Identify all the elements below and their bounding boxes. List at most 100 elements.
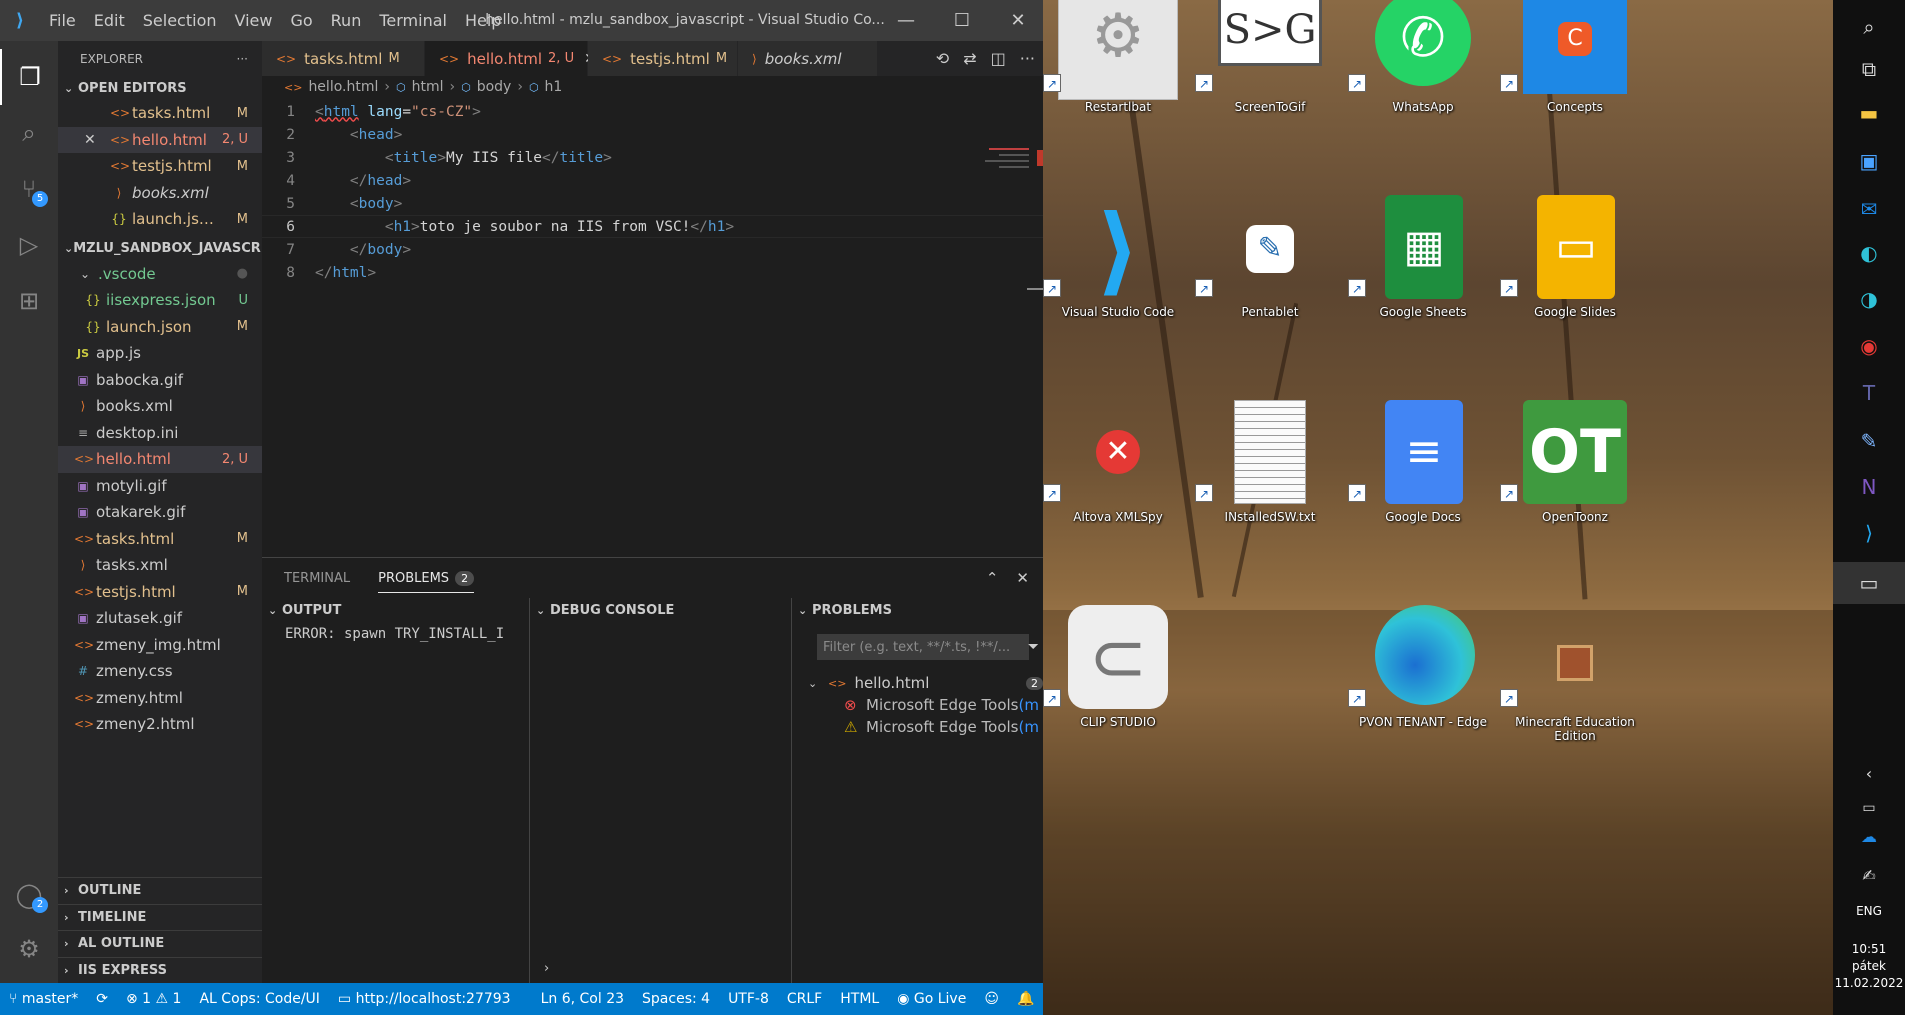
file-item[interactable]: JS app.js [58, 340, 262, 367]
pen-icon[interactable]: ✍ [1833, 854, 1905, 896]
task-view-icon[interactable]: ⧉ [1833, 48, 1905, 90]
tab-hello-html[interactable]: <>hello.html2, U✕ [425, 41, 596, 76]
problems-filter-input[interactable]: Filter (e.g. text, **/*.ts, !**/... ⏷ [817, 634, 1039, 660]
menu-go[interactable]: Go [281, 11, 321, 30]
language-indicator[interactable]: ENG [1833, 904, 1905, 918]
clock-date[interactable]: 11.02.2022 [1833, 976, 1905, 990]
desktop-icon-screentogif[interactable]: S>G ↗ ScreenToGif [1195, 0, 1345, 195]
onedrive-icon[interactable]: ☁ [1833, 815, 1905, 857]
vscode-logo-icon[interactable]: ⟩ [0, 0, 40, 41]
minimap[interactable] [973, 98, 1043, 518]
desktop-icon-minecraft-education[interactable]: ↗ Minecraft Education Edition [1500, 605, 1650, 810]
file-item[interactable]: {} launch.json M [58, 314, 262, 341]
file-item[interactable]: <> zmeny_img.html [58, 632, 262, 659]
folder-item[interactable]: ⌄ .vscode ● [58, 261, 262, 288]
desktop-icon-restartlbat[interactable]: ⚙ ↗ Restartlbat [1043, 0, 1193, 195]
file-item[interactable]: ≡ desktop.ini [58, 420, 262, 447]
desktop-icon-installedsw-txt[interactable]: ↗ INstalledSW.txt [1195, 400, 1345, 605]
menu-file[interactable]: File [40, 11, 85, 30]
open-editor-item[interactable]: ⟩ books.xml [58, 180, 262, 207]
open-editor-item[interactable]: ✕ <> hello.html 2, U [58, 126, 262, 153]
split-editor-icon[interactable]: ◫ [991, 49, 1006, 68]
file-item[interactable]: ▣ otakarek.gif [58, 499, 262, 526]
active-window-icon[interactable]: ▭ [1833, 562, 1905, 604]
file-item[interactable]: ▣ zlutasek.gif [58, 605, 262, 632]
run-debug-icon[interactable]: ▷ [0, 217, 58, 273]
teams-icon[interactable]: T [1833, 372, 1905, 414]
menu-selection[interactable]: Selection [134, 11, 226, 30]
close-editor-icon[interactable]: ✕ [84, 132, 96, 148]
search-icon[interactable]: ⌕ [1833, 6, 1905, 48]
source-control-icon[interactable]: ⑂ 5 [0, 161, 58, 217]
desktop-icon-google-sheets[interactable]: ▦ ↗ Google Sheets [1348, 195, 1498, 400]
al-cops-status[interactable]: AL Cops: Code/UI [190, 991, 328, 1007]
clock-time[interactable]: 10:51 [1833, 942, 1905, 956]
maximize-button[interactable]: ☐ [934, 0, 990, 41]
file-item[interactable]: {} iisexpress.json U [58, 287, 262, 314]
outlook-icon[interactable]: ✉ [1833, 188, 1905, 230]
edge-icon[interactable]: ◐ [1833, 232, 1905, 274]
compare-changes-icon[interactable]: ⇄ [963, 49, 976, 68]
tab-problems[interactable]: PROBLEMS 2 [378, 564, 475, 593]
desktop-icon-whatsapp[interactable]: ✆ ↗ WhatsApp [1348, 0, 1498, 195]
chrome-icon[interactable]: ◉ [1833, 325, 1905, 367]
extensions-icon[interactable]: ⊞ [0, 273, 58, 329]
open-editors-header[interactable]: ⌄ OPEN EDITORS [58, 76, 262, 100]
settings-gear-icon[interactable]: ⚙ [0, 921, 58, 977]
desktop-icon-concepts[interactable]: C ↗ Concepts [1500, 0, 1650, 195]
workspace-header[interactable]: ⌄ MZLU_SANDBOX_JAVASCR... [58, 237, 262, 261]
chevron-right-icon[interactable]: › [544, 961, 549, 976]
file-item[interactable]: <> zmeny.html [58, 685, 262, 712]
debug-console-header[interactable]: ⌄ DEBUG CONSOLE [530, 598, 791, 622]
menu-edit[interactable]: Edit [85, 11, 134, 30]
branch-status[interactable]: ⑂ master* [0, 991, 87, 1007]
file-item[interactable]: <> tasks.html M [58, 526, 262, 553]
desktop-icon-pentablet[interactable]: ✎ ↗ Pentablet [1195, 195, 1345, 400]
more-actions-icon[interactable]: ··· [237, 52, 248, 66]
close-panel-icon[interactable]: ✕ [1016, 569, 1029, 587]
indentation-status[interactable]: Spaces: 4 [633, 991, 719, 1007]
file-item[interactable]: ▣ babocka.gif [58, 367, 262, 394]
file-item[interactable]: <> testjs.html M [58, 579, 262, 606]
desktop-icon-pvon-tenant-edge[interactable]: ↗ PVON TENANT - Edge [1348, 605, 1498, 810]
notifications-icon[interactable]: 🔔 [1008, 991, 1043, 1007]
file-item[interactable]: # zmeny.css [58, 658, 262, 685]
file-item[interactable]: ▣ motyli.gif [58, 473, 262, 500]
tab-tasks-html[interactable]: <> tasks.html M [262, 41, 425, 76]
store-icon[interactable]: ▣ [1833, 140, 1905, 182]
vscode-taskbar-icon[interactable]: ⟩ [1833, 512, 1905, 554]
explorer-icon[interactable]: ❐ [0, 49, 58, 105]
problem-file-row[interactable]: ⌄ <> hello.html 2 [792, 672, 1043, 694]
language-mode[interactable]: HTML [831, 991, 888, 1007]
output-header[interactable]: ⌄ OUTPUT [262, 598, 529, 622]
desktop-icon-altova-xmlspy[interactable]: ✕ ↗ Altova XMLSpy [1043, 400, 1193, 605]
breadcrumb-item[interactable]: hello.html [308, 79, 378, 95]
iis-express-section[interactable]: › IIS EXPRESS [58, 956, 262, 984]
file-item[interactable]: ⟩ books.xml [58, 393, 262, 420]
eol-status[interactable]: CRLF [778, 991, 831, 1007]
problems-status[interactable]: ⊗ 1 ⚠ 1 [117, 991, 191, 1007]
search-icon[interactable]: ⌕ [0, 105, 58, 161]
timeline-icon[interactable]: ⟲ [936, 49, 949, 68]
minimize-button[interactable]: — [878, 0, 934, 41]
tab-books-xml[interactable]: ⟩ books.xml [738, 41, 878, 76]
menu-view[interactable]: View [226, 11, 282, 30]
sync-icon[interactable]: ⟳ [87, 991, 117, 1007]
tab-terminal[interactable]: TERMINAL [284, 571, 350, 586]
open-editor-item[interactable]: <> testjs.html M [58, 153, 262, 180]
desktop-icon-google-docs[interactable]: ≡ ↗ Google Docs [1348, 400, 1498, 605]
problem-row[interactable]: ⊗ Microsoft Edge Tools (m [792, 694, 1043, 716]
close-window-button[interactable]: ✕ [990, 0, 1043, 41]
desktop-icon-google-slides[interactable]: ▭ ↗ Google Slides [1500, 195, 1650, 400]
desktop-icon-opentoonz[interactable]: OT ↗ OpenToonz [1500, 400, 1650, 605]
open-editor-item[interactable]: <> tasks.html M [58, 100, 262, 127]
menu-terminal[interactable]: Terminal [370, 11, 456, 30]
onenote-icon[interactable]: N [1833, 466, 1905, 508]
outline-section[interactable]: › OUTLINE [58, 877, 262, 904]
go-live-button[interactable]: ◉ Go Live [888, 991, 975, 1007]
breadcrumb-item[interactable]: body [477, 79, 512, 95]
edge-dev-icon[interactable]: ◑ [1833, 278, 1905, 320]
tab-testjs-html[interactable]: <> testjs.html M [588, 41, 738, 76]
breadcrumb-item[interactable]: html [412, 79, 444, 95]
desktop-icon-vscode[interactable]: ⟩ ↗ Visual Studio Code [1043, 195, 1193, 400]
